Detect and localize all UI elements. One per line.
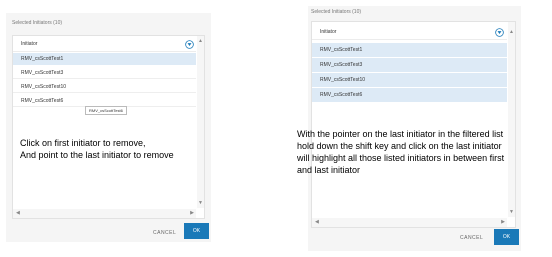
scroll-down-arrow-icon[interactable]: ▼ [509, 210, 514, 215]
ok-button[interactable]: OK [494, 229, 519, 245]
scroll-up-arrow-icon[interactable]: ▲ [509, 30, 514, 35]
dialog-title: Selected Initiators (10) [12, 20, 63, 26]
list-item[interactable]: RMV_csScottTest6 [312, 88, 507, 102]
dialog-title: Selected Initiators (10) [311, 9, 362, 15]
row-tooltip: RMV_csScottTest6 [85, 106, 127, 115]
ok-button[interactable]: OK [184, 223, 209, 239]
instruction-note: With the pointer on the last initiator i… [297, 129, 505, 175]
list-item[interactable]: RMV_csScottTest10 [13, 81, 196, 93]
vertical-scrollbar[interactable]: ▲ ▼ [508, 22, 515, 217]
horizontal-scrollbar[interactable]: ◀ ▶ [13, 209, 196, 218]
scroll-down-arrow-icon[interactable]: ▼ [198, 201, 203, 206]
list-item[interactable]: RMV_csScottTest1 [13, 53, 196, 65]
scroll-left-arrow-icon[interactable]: ◀ [16, 211, 20, 216]
scroll-right-arrow-icon[interactable]: ▶ [501, 220, 505, 225]
list-item[interactable]: RMV_csScottTest3 [312, 58, 507, 72]
initiator-list-panel: Initiator RMV_csScottTest1 RMV_csScottTe… [311, 21, 516, 228]
scroll-up-arrow-icon[interactable]: ▲ [198, 39, 203, 44]
cancel-button[interactable]: CANCEL [460, 235, 483, 241]
column-header: Initiator [13, 36, 196, 52]
vertical-scrollbar[interactable]: ▲ ▼ [197, 36, 204, 208]
list-item[interactable]: RMV_csScottTest10 [312, 73, 507, 87]
scroll-right-arrow-icon[interactable]: ▶ [190, 211, 194, 216]
list-item[interactable]: RMV_csScottTest1 [312, 43, 507, 57]
horizontal-scrollbar[interactable]: ◀ ▶ [312, 218, 507, 227]
column-header-label: Initiator [21, 41, 38, 47]
list-item[interactable]: RMV_csScottTest3 [13, 67, 196, 79]
cancel-button[interactable]: CANCEL [153, 230, 176, 236]
instruction-note: Click on first initiator to remove, And … [20, 138, 174, 160]
initiator-list-panel: Initiator RMV_csScottTest1 RMV_csScottTe… [12, 35, 205, 219]
column-header: Initiator [312, 24, 507, 40]
selected-initiators-dialog-left: Selected Initiators (10) Initiator RMV_c… [6, 13, 211, 242]
filter-icon[interactable] [185, 40, 194, 49]
column-header-label: Initiator [320, 29, 337, 35]
filter-icon[interactable] [495, 28, 504, 37]
scroll-left-arrow-icon[interactable]: ◀ [315, 220, 319, 225]
